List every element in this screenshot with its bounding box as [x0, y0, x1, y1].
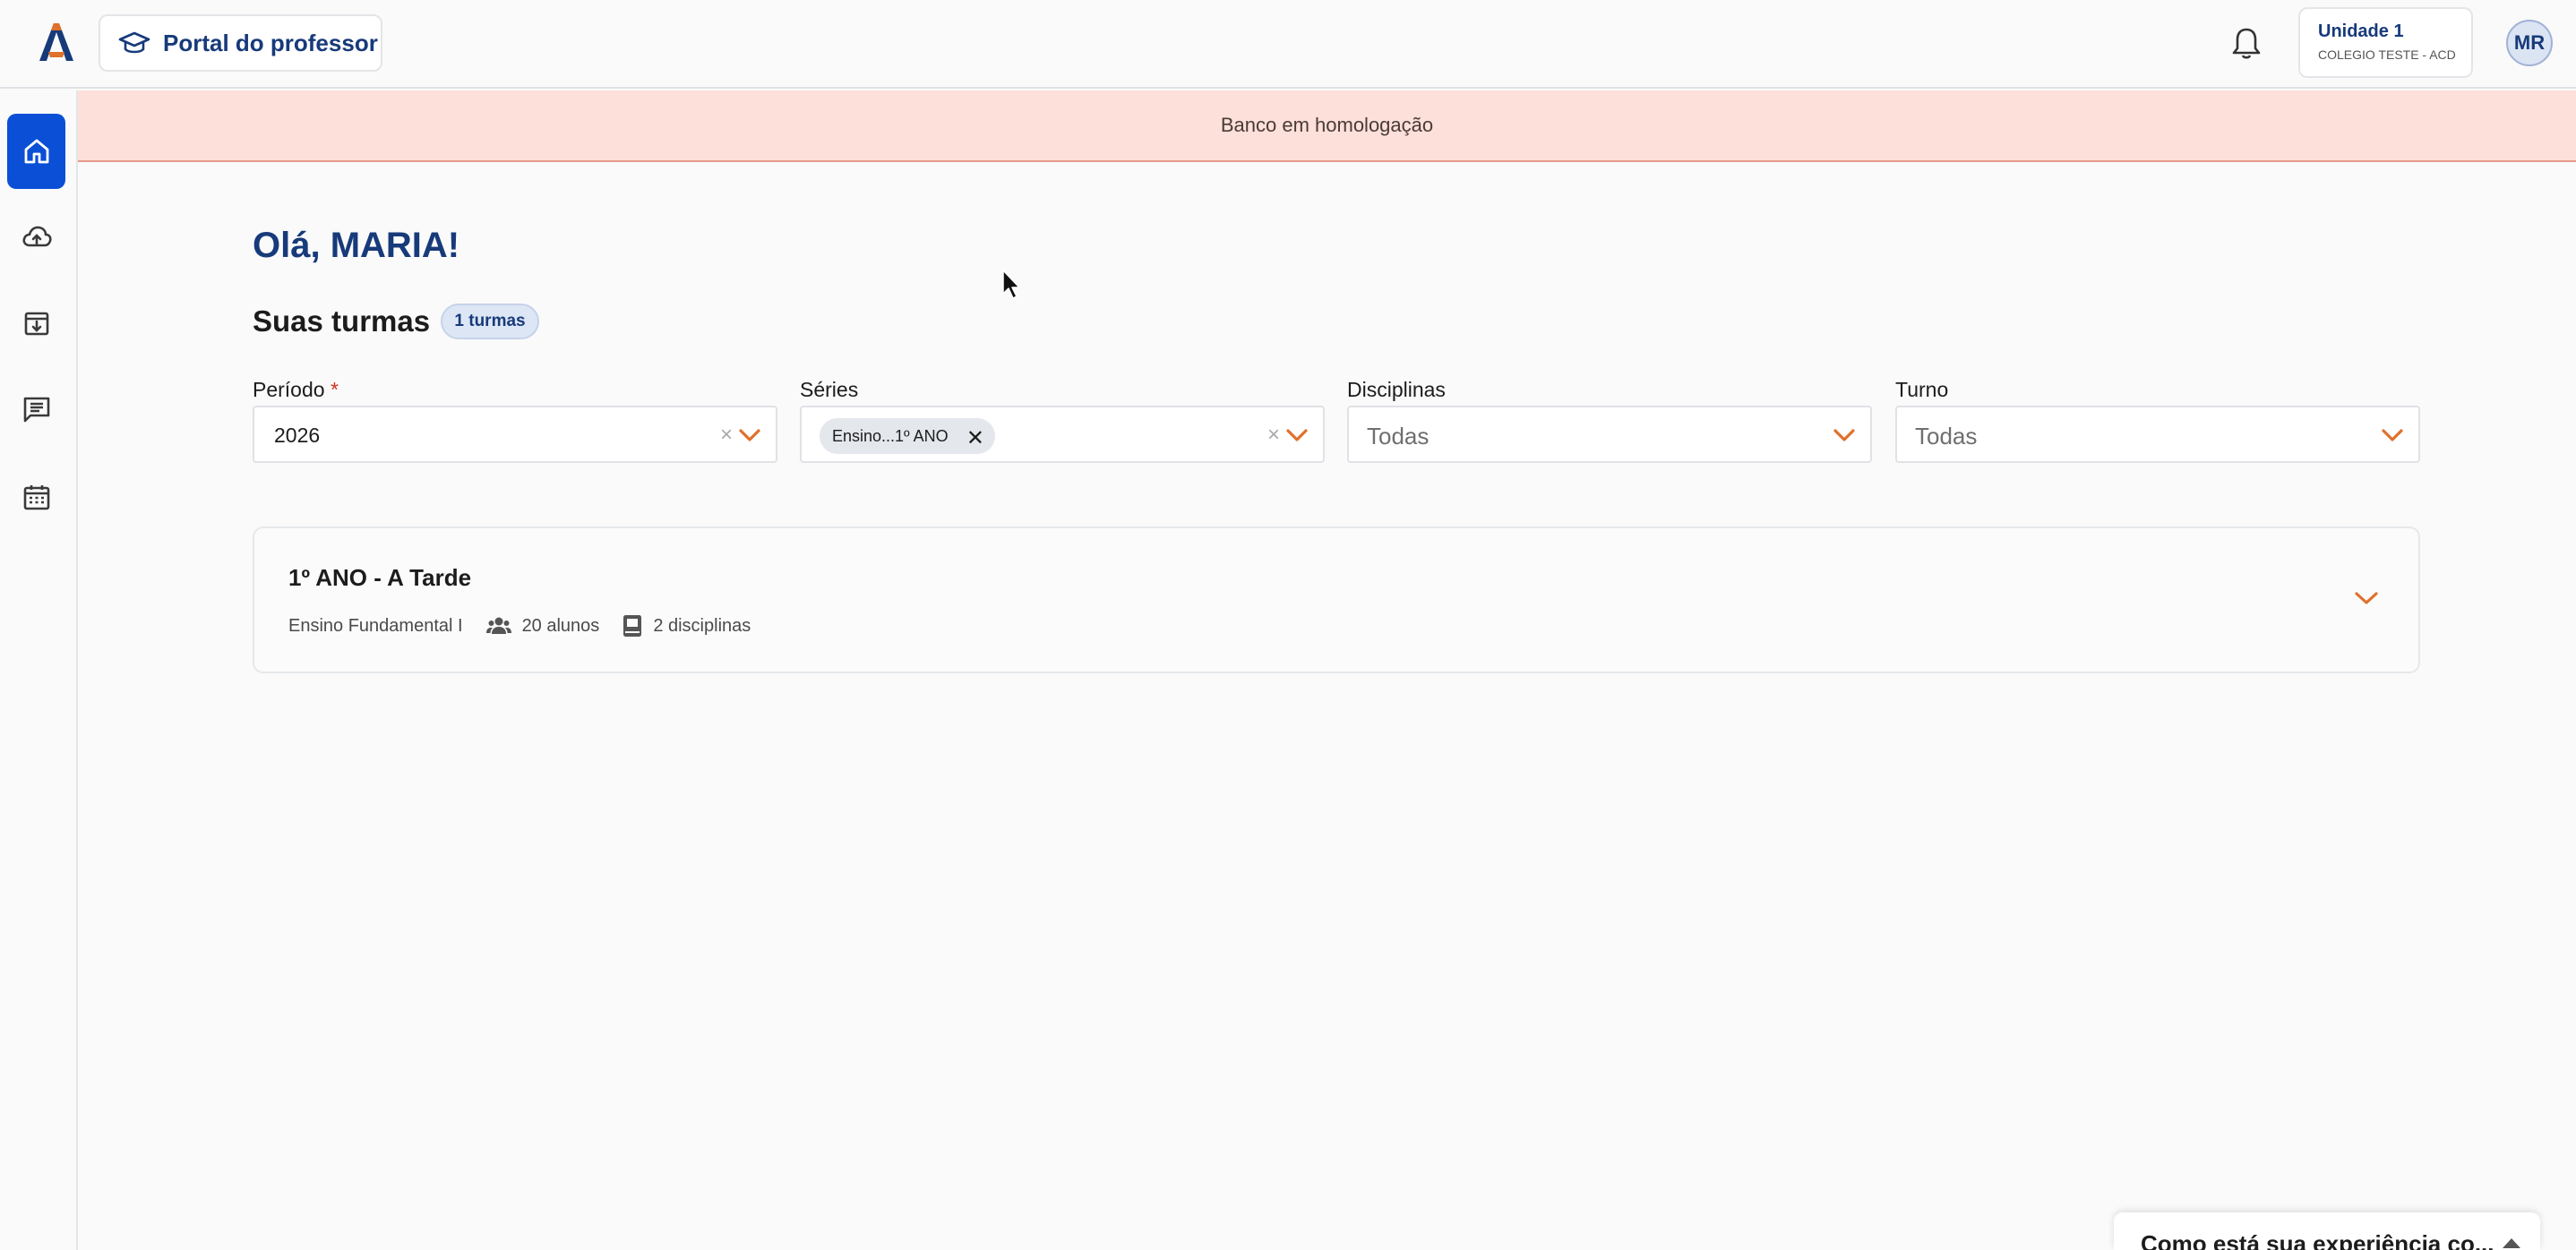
period-clear-button[interactable]: ×: [720, 423, 733, 448]
page-greeting: Olá, MARIA!: [253, 226, 460, 265]
chevron-down-icon[interactable]: [1285, 427, 1309, 443]
period-filter-label: Período *: [253, 378, 339, 402]
graduation-cap-icon: [118, 31, 150, 54]
disciplines-value: Todas: [1367, 423, 1430, 449]
class-card[interactable]: 1º ANO - A Tarde Ensino Fundamental I 20…: [253, 527, 2420, 673]
unit-selector[interactable]: Unidade 1 COLEGIO TESTE - ACD: [2298, 7, 2473, 78]
series-filter-label: Séries: [800, 378, 859, 401]
disciplines-filter-label: Disciplinas: [1347, 378, 1446, 401]
sidebar-item-messages[interactable]: [7, 372, 65, 447]
class-students: 20 alunos: [521, 615, 600, 636]
sidebar-item-home[interactable]: [7, 114, 65, 189]
shift-value: Todas: [1915, 423, 1978, 449]
cloud-upload-icon: [21, 226, 52, 247]
banner-text: Banco em homologação: [1220, 114, 1434, 136]
sidebar: [0, 90, 78, 1250]
period-select[interactable]: 2026 ×: [253, 406, 777, 463]
tag-remove-button[interactable]: ✕: [966, 425, 984, 451]
period-value: 2026: [274, 424, 321, 447]
portal-title: Portal do professor: [163, 29, 378, 56]
download-box-icon: [24, 312, 48, 336]
students-icon: [485, 617, 511, 634]
sidebar-item-calendar[interactable]: [7, 459, 65, 535]
disciplines-select[interactable]: Todas: [1347, 406, 1872, 463]
required-mark: *: [330, 378, 339, 401]
unit-school: COLEGIO TESTE - ACD: [2318, 47, 2456, 62]
class-level: Ensino Fundamental I: [288, 615, 463, 636]
chevron-down-icon[interactable]: [738, 427, 761, 443]
book-icon: [623, 615, 642, 637]
sidebar-item-download[interactable]: [7, 286, 65, 361]
avatar[interactable]: MR: [2506, 20, 2553, 66]
series-clear-button[interactable]: ×: [1267, 423, 1280, 448]
messages-icon: [23, 397, 49, 423]
home-icon: [24, 139, 48, 164]
shift-filter-label: Turno: [1895, 378, 1949, 401]
environment-banner: Banco em homologação: [78, 90, 2576, 162]
chevron-down-icon[interactable]: [1833, 427, 1856, 443]
period-label-text: Período: [253, 378, 325, 401]
unit-name: Unidade 1: [2318, 21, 2404, 41]
classes-count-badge: 1 turmas: [441, 304, 539, 339]
portal-chip[interactable]: Portal do professor: [99, 14, 382, 72]
chevron-down-icon[interactable]: [2354, 589, 2379, 607]
mouse-cursor-icon: [1002, 270, 1020, 299]
class-meta: Ensino Fundamental I 20 alunos 2 discipl…: [288, 614, 751, 638]
chevron-up-icon[interactable]: [2501, 1236, 2522, 1250]
shift-select[interactable]: Todas: [1895, 406, 2420, 463]
series-select[interactable]: Ensino...1º ANO ✕ ×: [800, 406, 1325, 463]
top-bar: Portal do professor Unidade 1 COLEGIO TE…: [0, 0, 2576, 89]
series-tag-label: Ensino...1º ANO: [832, 426, 949, 445]
class-title: 1º ANO - A Tarde: [288, 564, 472, 591]
sidebar-item-upload[interactable]: [7, 200, 65, 275]
classes-title: Suas turmas: [253, 304, 431, 338]
feedback-widget[interactable]: Como está sua experiência co...: [2114, 1212, 2540, 1250]
calendar-icon: [23, 485, 49, 510]
chevron-down-icon[interactable]: [2381, 427, 2404, 443]
feedback-text: Como está sua experiência co...: [2141, 1230, 2494, 1250]
bell-icon[interactable]: [2230, 25, 2263, 61]
app-logo[interactable]: [36, 20, 75, 64]
series-tag: Ensino...1º ANO ✕: [820, 418, 995, 454]
class-subjects: 2 disciplinas: [653, 615, 751, 636]
